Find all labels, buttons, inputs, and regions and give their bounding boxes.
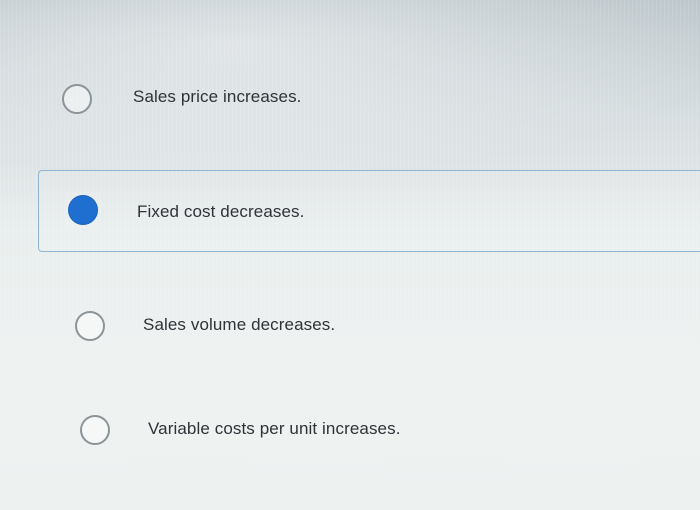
answer-option-4[interactable]: Variable costs per unit increases. [0,397,700,477]
radio-focus-box [65,192,101,228]
answer-label: Fixed cost decreases. [137,202,305,221]
answer-option-3[interactable]: Sales volume decreases. [0,290,700,370]
radio-button-empty-icon[interactable] [62,84,92,114]
answer-label: Sales volume decreases. [143,315,336,334]
answer-label: Sales price increases. [133,87,302,106]
radio-button-empty-icon[interactable] [75,311,105,341]
multiple-choice-screen: Sales price increases. Fixed cost decrea… [0,0,700,510]
answer-option-1[interactable]: Sales price increases. [0,58,700,138]
radio-button-selected-icon[interactable] [68,195,98,225]
answer-option-2-selected[interactable]: Fixed cost decreases. [38,170,700,252]
answer-label: Variable costs per unit increases. [148,419,401,438]
radio-button-empty-icon[interactable] [80,415,110,445]
